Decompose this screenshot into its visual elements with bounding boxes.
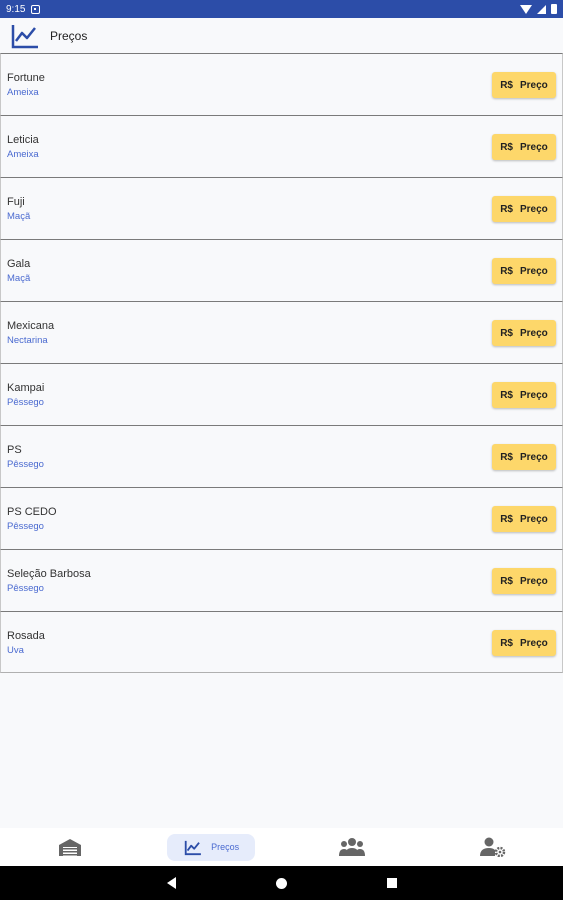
currency-label: R$ (500, 141, 513, 153)
item-category: Uva (7, 645, 24, 656)
price-button-label: Preço (520, 389, 548, 401)
item-name: Seleção Barbosa (7, 568, 91, 580)
price-button-label: Preço (520, 79, 548, 91)
price-button[interactable]: R$ Preço (492, 72, 556, 98)
currency-label: R$ (500, 575, 513, 587)
user-settings-icon (479, 837, 505, 857)
item-name: Kampai (7, 382, 45, 394)
price-button[interactable]: R$ Preço (492, 630, 556, 656)
status-time: 9:15 (6, 3, 26, 15)
list-item: Rosada Uva R$ Preço (0, 611, 563, 673)
price-button[interactable]: R$ Preço (492, 258, 556, 284)
item-name: PS CEDO (7, 506, 57, 518)
price-button[interactable]: R$ Preço (492, 506, 556, 532)
recents-icon[interactable] (386, 878, 397, 888)
chart-line-icon (184, 840, 202, 855)
currency-label: R$ (500, 451, 513, 463)
item-name: Leticia (7, 134, 39, 146)
price-button[interactable]: R$ Preço (492, 196, 556, 222)
item-category: Ameixa (7, 87, 39, 98)
users-icon (338, 838, 365, 856)
currency-label: R$ (500, 513, 513, 525)
app-header: Preços (0, 18, 563, 54)
nav-item-users[interactable] (282, 828, 423, 866)
wifi-icon (520, 4, 532, 14)
item-name: Mexicana (7, 320, 55, 332)
back-icon[interactable] (166, 877, 176, 889)
item-category: Pêssego (7, 583, 44, 594)
currency-label: R$ (500, 79, 513, 91)
item-category: Ameixa (7, 149, 39, 160)
price-button[interactable]: R$ Preço (492, 382, 556, 408)
notification-icon (31, 4, 41, 14)
currency-label: R$ (500, 327, 513, 339)
item-name: Gala (7, 258, 31, 270)
price-button-label: Preço (520, 637, 548, 649)
price-button-label: Preço (520, 141, 548, 153)
price-button[interactable]: R$ Preço (492, 444, 556, 470)
item-name: Fuji (7, 196, 25, 208)
price-button-label: Preço (520, 513, 548, 525)
price-button-label: Preço (520, 203, 548, 215)
nav-pill-active: Preços (167, 833, 256, 861)
battery-icon (551, 4, 557, 14)
page-title: Preços (50, 29, 88, 43)
price-list: Fortune Ameixa R$ Preço Leticia Ameixa R$… (0, 53, 563, 673)
nav-item-warehouse[interactable] (0, 828, 141, 866)
list-item: Kampai Pêssego R$ Preço (0, 363, 563, 425)
currency-label: R$ (500, 265, 513, 277)
list-item: PS CEDO Pêssego R$ Preço (0, 487, 563, 549)
price-button-label: Preço (520, 265, 548, 277)
item-category: Maçã (7, 273, 31, 284)
price-button[interactable]: R$ Preço (492, 134, 556, 160)
home-icon[interactable] (275, 877, 287, 889)
list-item: Fuji Maçã R$ Preço (0, 177, 563, 239)
item-category: Pêssego (7, 459, 44, 470)
currency-label: R$ (500, 637, 513, 649)
list-item: Leticia Ameixa R$ Preço (0, 115, 563, 177)
list-item: PS Pêssego R$ Preço (0, 425, 563, 487)
list-item: Mexicana Nectarina R$ Preço (0, 301, 563, 363)
nav-item-user-settings[interactable] (422, 828, 563, 866)
nav-label-precos: Preços (211, 842, 240, 852)
price-button-label: Preço (520, 451, 548, 463)
price-button[interactable]: R$ Preço (492, 568, 556, 594)
item-category: Nectarina (7, 335, 48, 346)
list-item: Fortune Ameixa R$ Preço (0, 53, 563, 115)
item-name: PS (7, 444, 22, 456)
price-button-label: Preço (520, 327, 548, 339)
currency-label: R$ (500, 203, 513, 215)
status-bar: 9:15 (0, 0, 563, 18)
currency-label: R$ (500, 389, 513, 401)
item-category: Pêssego (7, 397, 44, 408)
list-item: Gala Maçã R$ Preço (0, 239, 563, 301)
signal-icon (537, 4, 546, 14)
bottom-nav: Preços (0, 828, 563, 866)
list-item: Seleção Barbosa Pêssego R$ Preço (0, 549, 563, 611)
warehouse-icon (59, 839, 82, 856)
price-button-label: Preço (520, 575, 548, 587)
item-name: Rosada (7, 630, 45, 642)
nav-item-precos[interactable]: Preços (141, 828, 282, 866)
system-navigation-bar (0, 866, 563, 900)
chart-line-icon (11, 25, 38, 49)
price-button[interactable]: R$ Preço (492, 320, 556, 346)
item-category: Pêssego (7, 521, 44, 532)
item-category: Maçã (7, 211, 31, 222)
item-name: Fortune (7, 72, 45, 84)
